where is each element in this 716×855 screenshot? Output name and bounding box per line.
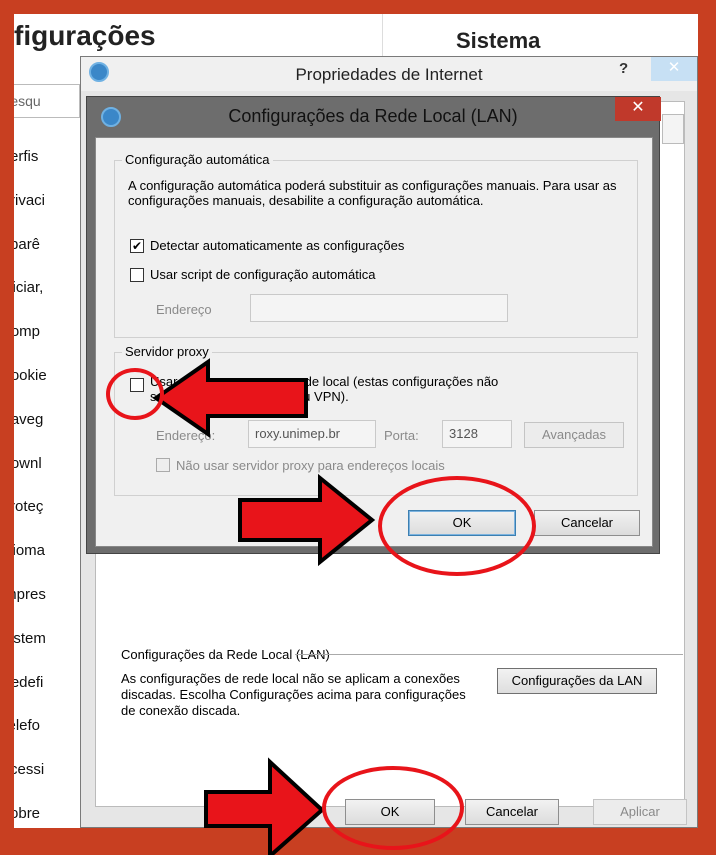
annotation-layer [152, 358, 376, 855]
highlight-ring-proxy-checkbox [106, 368, 164, 420]
arrow-to-proxy-checkbox [152, 358, 308, 438]
arrow-to-lan-ok [238, 473, 376, 567]
highlight-ring-inet-ok [322, 766, 464, 850]
arrow-to-inet-ok [204, 757, 325, 855]
highlight-ring-lan-ok [378, 476, 536, 576]
